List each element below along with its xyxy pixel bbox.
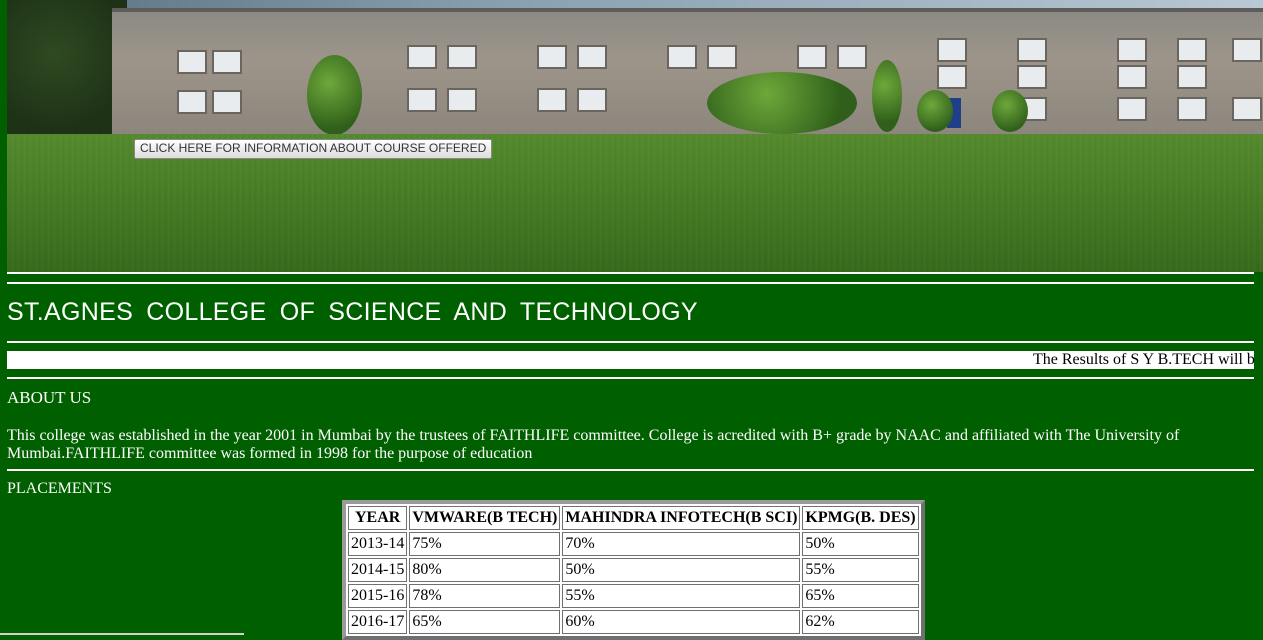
building-window bbox=[1232, 97, 1262, 121]
building-window bbox=[707, 45, 737, 69]
table-cell: 55% bbox=[802, 558, 919, 582]
placements-table: YEAR VMWARE(B TECH) MAHINDRA INFOTECH(B … bbox=[342, 500, 925, 640]
course-info-button[interactable]: CLICK HERE FOR INFORMATION ABOUT COURSE … bbox=[134, 139, 493, 159]
building-window bbox=[1232, 38, 1262, 62]
column-header: MAHINDRA INFOTECH(B SCI) bbox=[562, 506, 801, 530]
building-window bbox=[937, 38, 967, 62]
building-window bbox=[577, 45, 607, 69]
banner-tree bbox=[7, 0, 127, 135]
banner-bush bbox=[707, 72, 857, 134]
building-window bbox=[407, 88, 437, 112]
building-window bbox=[577, 88, 607, 112]
building-window bbox=[1017, 65, 1047, 89]
table-cell: 75% bbox=[409, 532, 561, 556]
building-window bbox=[212, 90, 242, 114]
banner-bush bbox=[872, 60, 902, 132]
table-cell: 60% bbox=[562, 610, 801, 634]
table-row: 2014-15 80% 50% 55% bbox=[348, 558, 919, 582]
table-cell: 62% bbox=[802, 610, 919, 634]
building-window bbox=[447, 88, 477, 112]
table-cell: 80% bbox=[409, 558, 561, 582]
table-cell: 70% bbox=[562, 532, 801, 556]
building-window bbox=[937, 65, 967, 89]
table-cell: 65% bbox=[802, 584, 919, 608]
about-heading: ABOUT US bbox=[7, 388, 92, 407]
building-window bbox=[1177, 38, 1207, 62]
table-cell: 78% bbox=[409, 584, 561, 608]
table-row: 2015-16 78% 55% 65% bbox=[348, 584, 919, 608]
column-header: KPMG(B. DES) bbox=[802, 506, 919, 530]
table-cell: 2013-14 bbox=[348, 532, 408, 556]
divider-line bbox=[7, 272, 1254, 274]
divider-line bbox=[7, 282, 1254, 284]
table-cell: 50% bbox=[562, 558, 801, 582]
college-title: ST.AGNES COLLEGE OF SCIENCE AND TECHNOLO… bbox=[7, 298, 698, 326]
left-border-strip bbox=[0, 0, 7, 635]
placements-heading: PLACEMENTS bbox=[7, 480, 112, 497]
building-window bbox=[1117, 97, 1147, 121]
column-header: YEAR bbox=[348, 506, 408, 530]
college-building bbox=[112, 12, 1263, 134]
building-window bbox=[177, 90, 207, 114]
campus-banner-image bbox=[7, 0, 1263, 272]
table-cell: 50% bbox=[802, 532, 919, 556]
building-window bbox=[1117, 38, 1147, 62]
about-text: This college was established in the year… bbox=[7, 427, 1180, 462]
table-cell: 2014-15 bbox=[348, 558, 408, 582]
table-cell: 2016-17 bbox=[348, 610, 408, 634]
divider-line bbox=[7, 469, 1254, 471]
building-window bbox=[447, 45, 477, 69]
building-window bbox=[407, 45, 437, 69]
building-window bbox=[1177, 97, 1207, 121]
banner-bush bbox=[992, 90, 1028, 132]
building-window bbox=[1017, 38, 1047, 62]
building-window bbox=[177, 50, 207, 74]
table-row: 2013-14 75% 70% 50% bbox=[348, 532, 919, 556]
banner-bush bbox=[917, 90, 953, 132]
building-window bbox=[212, 50, 242, 74]
building-window bbox=[1177, 65, 1207, 89]
building-window bbox=[797, 45, 827, 69]
table-cell: 55% bbox=[562, 584, 801, 608]
table-cell: 2015-16 bbox=[348, 584, 408, 608]
marquee-text: The Results of S Y B.TECH will b bbox=[1033, 351, 1254, 368]
column-header: VMWARE(B TECH) bbox=[409, 506, 561, 530]
building-window bbox=[667, 45, 697, 69]
table-row: 2016-17 65% 60% 62% bbox=[348, 610, 919, 634]
divider-line bbox=[7, 377, 1254, 379]
table-cell: 65% bbox=[409, 610, 561, 634]
building-window bbox=[1117, 65, 1147, 89]
table-header-row: YEAR VMWARE(B TECH) MAHINDRA INFOTECH(B … bbox=[348, 506, 919, 530]
divider-line bbox=[7, 341, 1254, 343]
building-window bbox=[837, 45, 867, 69]
banner-bush bbox=[307, 55, 362, 135]
building-window bbox=[537, 88, 567, 112]
building-window bbox=[537, 45, 567, 69]
announcement-marquee: The Results of S Y B.TECH will b bbox=[7, 351, 1254, 369]
